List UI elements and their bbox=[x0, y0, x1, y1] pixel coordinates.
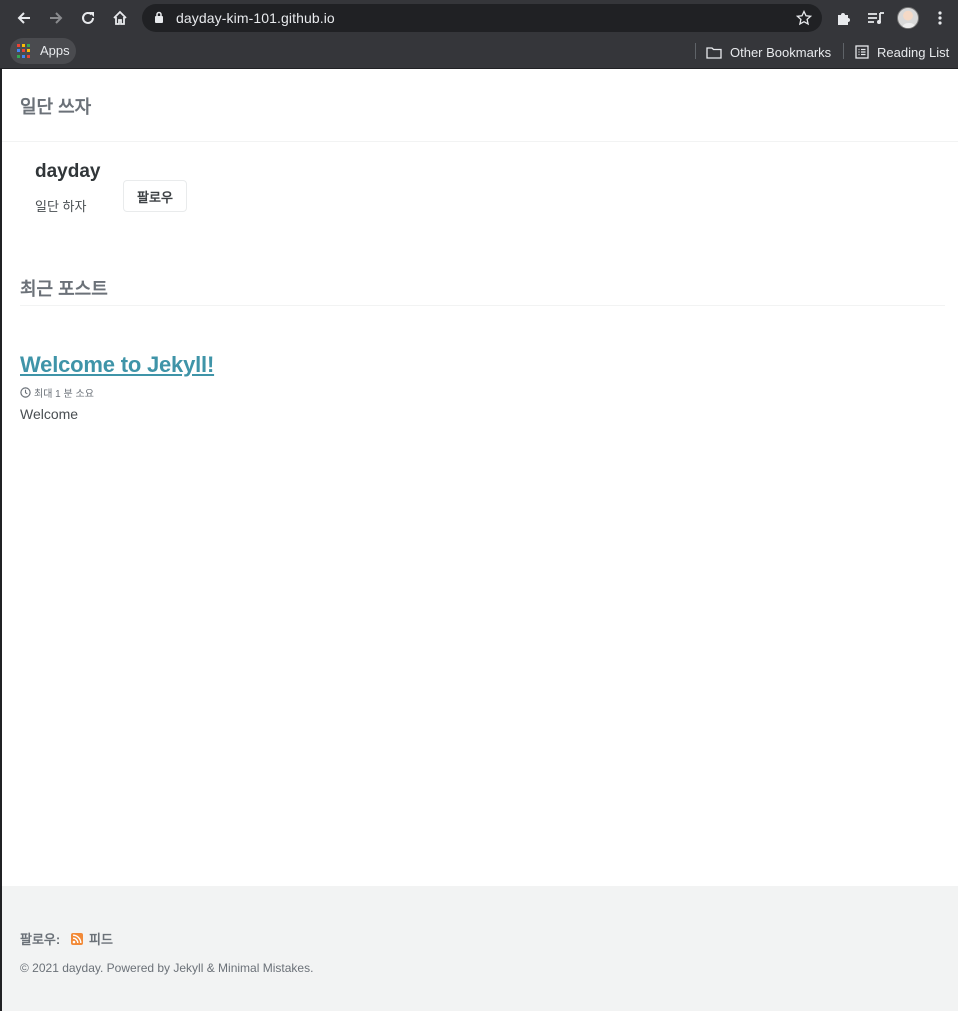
media-control-button[interactable] bbox=[864, 6, 888, 30]
reading-list-label: Reading List bbox=[877, 44, 950, 60]
home-icon bbox=[113, 10, 127, 25]
playlist-icon bbox=[868, 12, 884, 24]
menu-button[interactable] bbox=[928, 6, 952, 30]
web-page: 일단 쓰자 dayday 일단 하자 팔로우 최근 포스트 Welcome to… bbox=[2, 69, 958, 1011]
masthead: 일단 쓰자 bbox=[2, 69, 958, 142]
recent-posts-heading: 최근 포스트 bbox=[20, 279, 108, 299]
bookmarks-bar: Apps Other Bookmarks Reading List bbox=[0, 36, 958, 69]
url-text: dayday-kim-101.github.io bbox=[176, 10, 335, 26]
other-bookmarks-button[interactable]: Other Bookmarks bbox=[706, 42, 831, 62]
rss-icon bbox=[71, 932, 83, 945]
section-divider bbox=[20, 305, 945, 306]
author-name: dayday bbox=[35, 161, 101, 182]
lock-icon bbox=[155, 11, 163, 23]
read-time: 최대 1 분 소요 bbox=[20, 385, 94, 400]
follow-button[interactable]: 팔로우 bbox=[123, 180, 187, 212]
post-excerpt: Welcome bbox=[20, 406, 79, 422]
kebab-menu-icon bbox=[938, 11, 942, 25]
read-time-text: 최대 1 분 소요 bbox=[34, 389, 94, 400]
reload-button[interactable] bbox=[76, 6, 100, 30]
post-title-link[interactable]: Welcome to Jekyll! bbox=[20, 352, 214, 378]
browser-toolbar: dayday-kim-101.github.io bbox=[0, 0, 958, 36]
reload-icon bbox=[82, 11, 94, 24]
forward-button[interactable] bbox=[44, 6, 68, 30]
apps-label: Apps bbox=[40, 43, 70, 58]
page-footer: 팔로우: 피드 © 2021 dayday. Powered by Jekyll… bbox=[2, 886, 958, 1011]
bookmarks-divider bbox=[843, 43, 844, 59]
reading-list-icon bbox=[855, 45, 869, 59]
folder-icon bbox=[706, 46, 722, 59]
back-button[interactable] bbox=[12, 6, 36, 30]
back-arrow-icon bbox=[17, 12, 30, 24]
author-bio: 일단 하자 bbox=[35, 199, 87, 214]
bookmarks-divider bbox=[695, 43, 696, 59]
forward-arrow-icon bbox=[50, 12, 63, 24]
address-bar[interactable]: dayday-kim-101.github.io bbox=[142, 4, 822, 32]
feed-link[interactable]: 피드 bbox=[71, 929, 113, 948]
clock-icon bbox=[20, 387, 31, 398]
other-bookmarks-label: Other Bookmarks bbox=[730, 44, 832, 60]
puzzle-icon bbox=[838, 13, 850, 25]
apps-grid-icon bbox=[17, 44, 31, 58]
copyright-text: © 2021 dayday. Powered by Jekyll & Minim… bbox=[20, 961, 314, 975]
extensions-button[interactable] bbox=[832, 6, 856, 30]
bookmark-star-icon[interactable] bbox=[796, 10, 812, 26]
site-title-link[interactable]: 일단 쓰자 bbox=[20, 93, 91, 119]
reading-list-button[interactable]: Reading List bbox=[855, 42, 949, 62]
footer-follow-label: 팔로우: bbox=[20, 932, 61, 947]
home-button[interactable] bbox=[108, 6, 132, 30]
apps-button[interactable]: Apps bbox=[10, 38, 76, 64]
profile-avatar[interactable] bbox=[897, 7, 919, 29]
feed-label: 피드 bbox=[89, 932, 113, 947]
